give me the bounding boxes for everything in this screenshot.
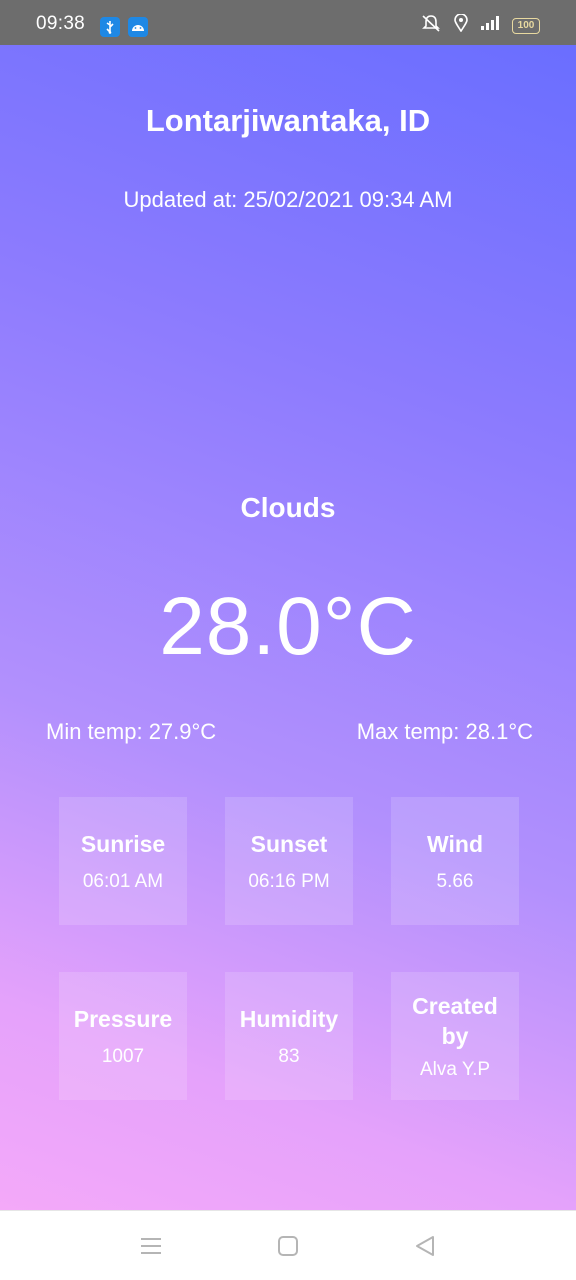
pressure-card: Pressure 1007 — [59, 972, 187, 1100]
battery-level: 100 — [517, 20, 535, 31]
card-title: Sunrise — [80, 831, 166, 857]
sunrise-card: Sunrise 06:01 AM — [59, 797, 187, 925]
status-bar: 09:38 100 — [0, 0, 576, 45]
card-title: Wind — [427, 831, 483, 857]
signal-icon — [480, 15, 500, 36]
card-title: Pressure — [73, 1006, 173, 1032]
sunset-card: Sunset 06:16 PM — [225, 797, 353, 925]
weather-condition: Clouds — [240, 492, 336, 523]
updated-at: Updated at: 25/02/2021 09:34 AM — [123, 187, 453, 212]
status-time: 09:38 — [36, 13, 86, 34]
card-value: 06:16 PM — [248, 871, 330, 892]
menu-icon[interactable] — [138, 1233, 164, 1259]
created-by-card: Created by Alva Y.P — [391, 972, 519, 1100]
navigation-bar — [0, 1210, 576, 1280]
battery-icon: 100 — [512, 17, 540, 34]
android-icon — [128, 17, 148, 37]
home-icon[interactable] — [275, 1233, 301, 1259]
card-value: Alva Y.P — [419, 1059, 491, 1080]
card-value: 1007 — [101, 1046, 145, 1067]
wind-card: Wind 5.66 — [391, 797, 519, 925]
location-icon — [454, 13, 468, 37]
back-icon[interactable] — [412, 1233, 438, 1259]
usb-icon — [100, 17, 120, 37]
humidity-card: Humidity 83 — [225, 972, 353, 1100]
card-title: Sunset — [250, 831, 328, 857]
weather-screen: Lontarjiwantaka, ID Updated at: 25/02/20… — [0, 45, 576, 1210]
card-value: 5.66 — [436, 871, 474, 892]
current-temperature: 28.0°C — [159, 581, 417, 672]
card-value: 83 — [278, 1046, 300, 1067]
card-title: Humidity — [239, 1006, 339, 1032]
card-value: 06:01 AM — [82, 871, 164, 892]
location-title: Lontarjiwantaka, ID — [145, 103, 431, 138]
status-icons: 100 — [420, 13, 540, 37]
card-title: Created by — [412, 993, 498, 1049]
mute-icon — [420, 14, 442, 37]
max-temperature: Max temp: 28.1°C — [356, 719, 533, 744]
min-temperature: Min temp: 27.9°C — [46, 719, 217, 744]
